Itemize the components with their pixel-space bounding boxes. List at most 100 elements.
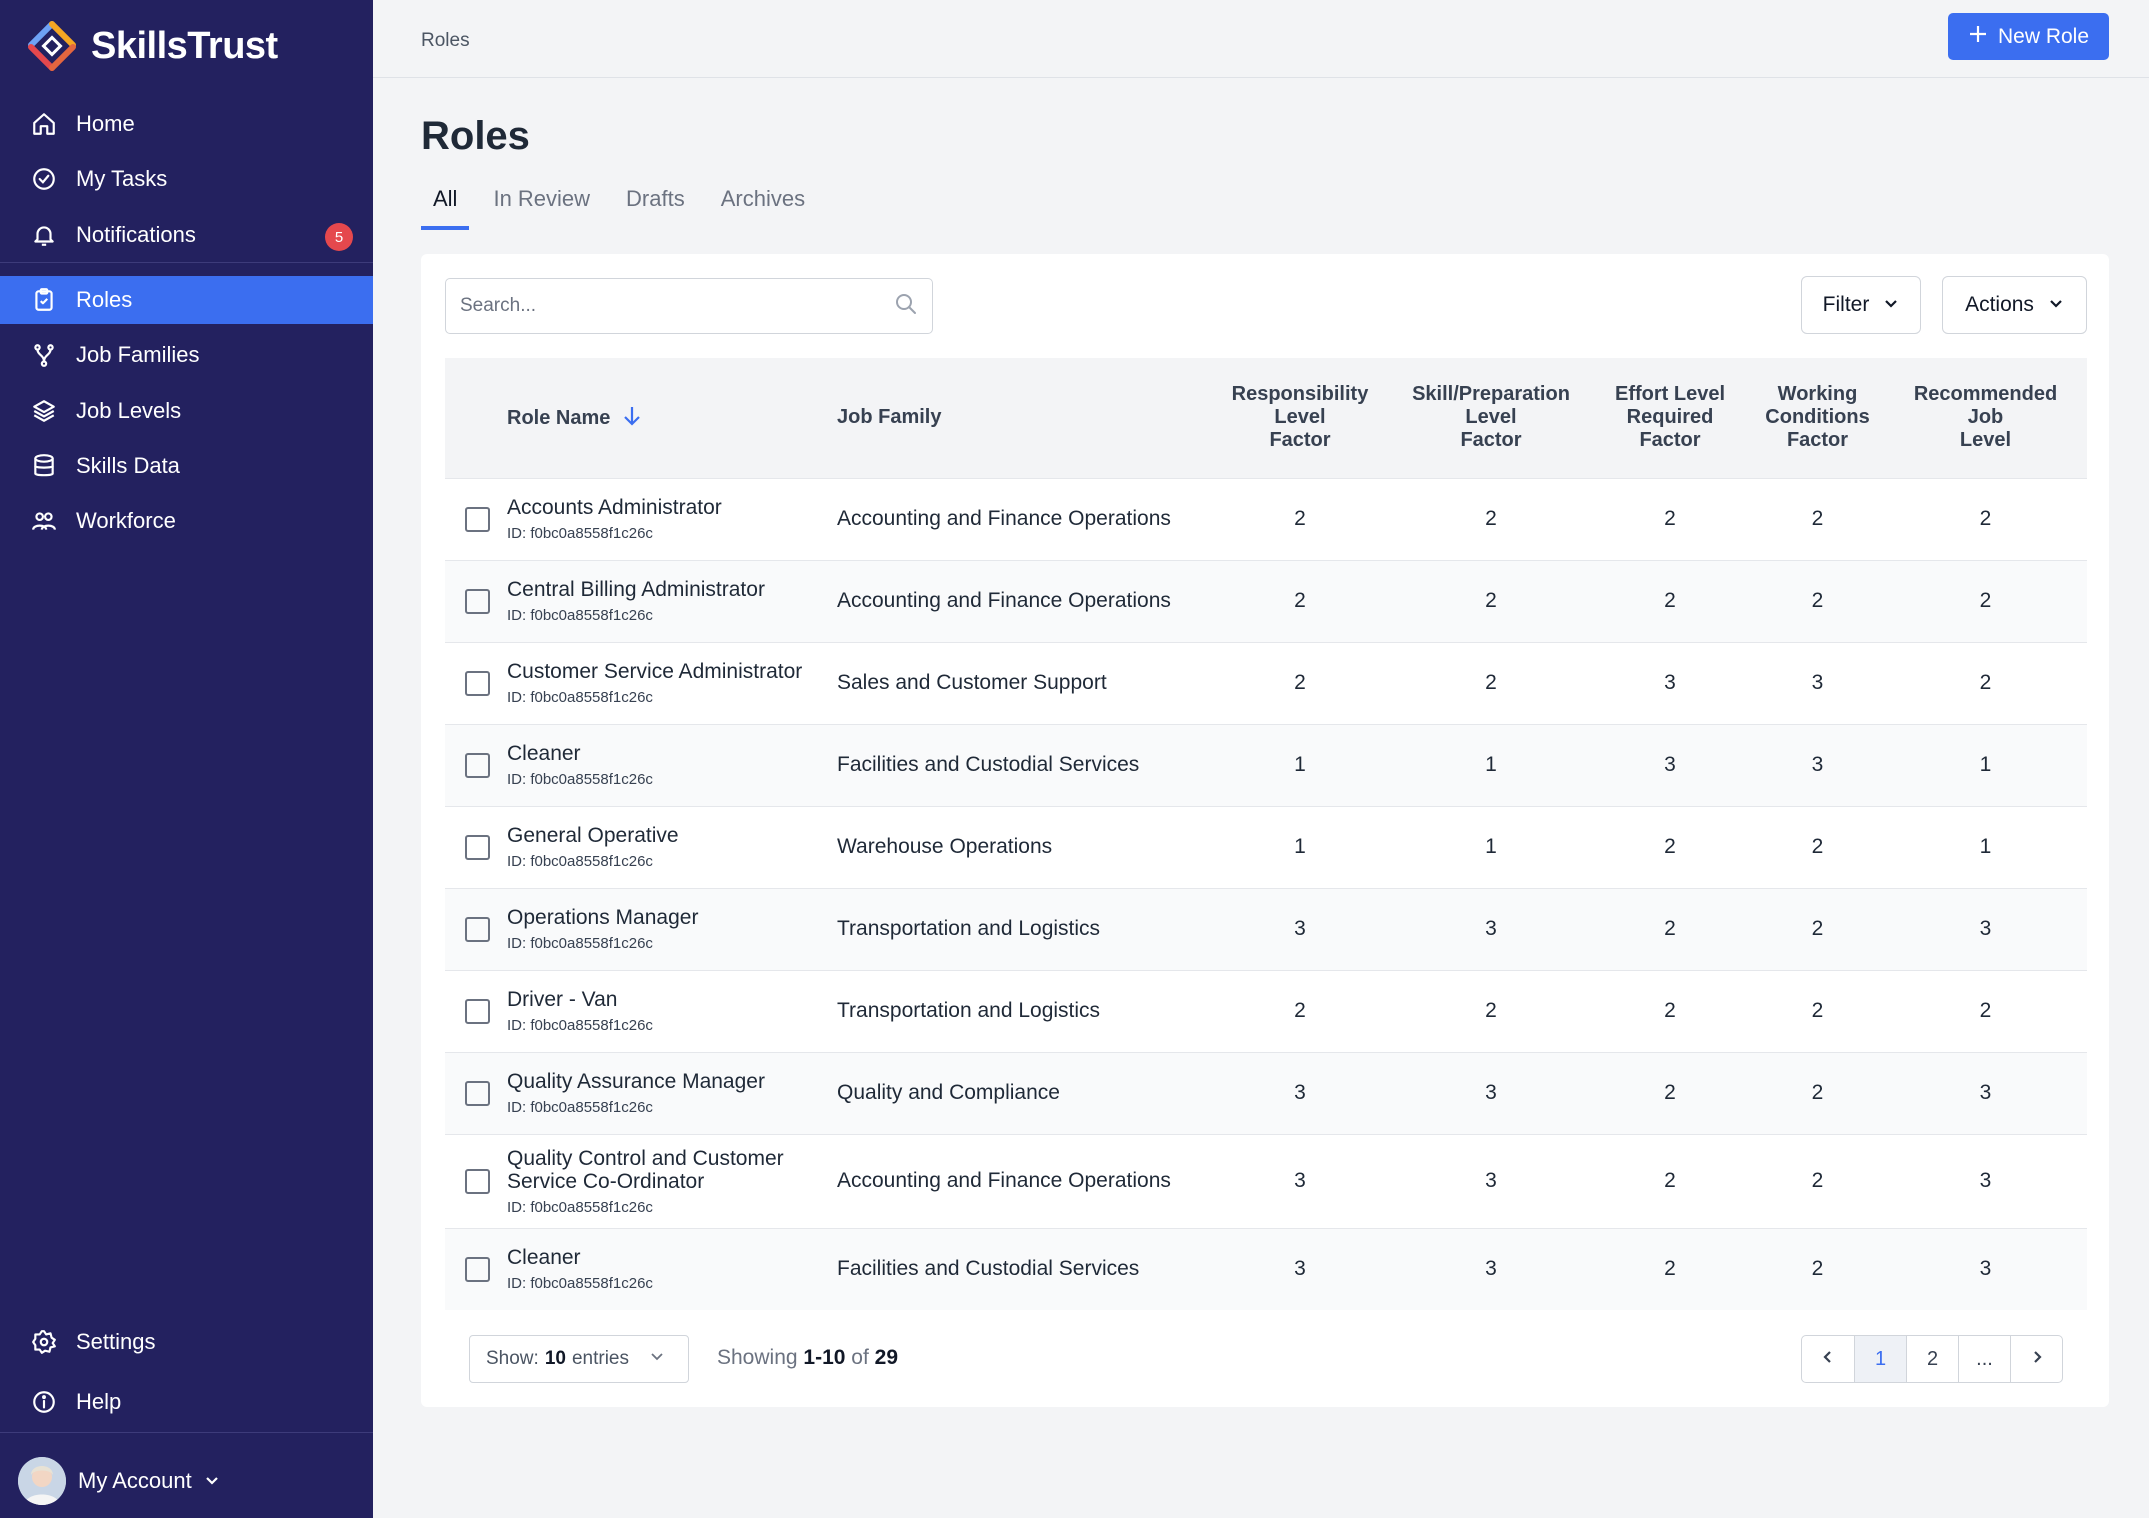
role-name-cell[interactable]: Cleaner ID: f0bc0a8558f1c26c <box>507 1227 837 1310</box>
role-name-cell[interactable]: Quality Control and Customer Service Co-… <box>507 1133 837 1228</box>
table-row[interactable]: Customer Service Administrator ID: f0bc0a… <box>445 641 2087 724</box>
row-checkbox[interactable] <box>465 670 490 696</box>
account-menu[interactable]: My Account <box>18 1456 220 1506</box>
sidebar-item-roles[interactable]: Roles <box>0 276 373 324</box>
header-line: Responsibility <box>1231 383 1369 406</box>
sidebar-item-skills-data[interactable]: Skills Data <box>0 442 373 490</box>
sidebar-item-label: My Tasks <box>76 166 168 191</box>
page-ellipsis[interactable]: ... <box>1958 1336 2010 1382</box>
responsibility-cell: 2 <box>1207 559 1393 642</box>
effort-level-cell: 3 <box>1589 723 1751 806</box>
breadcrumb[interactable]: Roles <box>421 30 470 52</box>
table-row[interactable]: Cleaner ID: f0bc0a8558f1c26c Facilities an… <box>445 1227 2087 1310</box>
role-name[interactable]: Customer Service Administrator <box>507 660 837 683</box>
role-id: ID: f0bc0a8558f1c26c <box>507 1017 653 1034</box>
role-name-cell[interactable]: Customer Service Administrator ID: f0bc0a… <box>507 641 837 724</box>
search-input[interactable] <box>460 295 894 317</box>
recommended-job-level-cell: 1 <box>1884 805 2087 888</box>
job-family-cell: Facilities and Custodial Services <box>837 1227 1207 1310</box>
select-column-header <box>445 358 507 478</box>
page-button-2[interactable]: 2 <box>1906 1336 1958 1382</box>
tab-drafts[interactable]: Drafts <box>614 180 697 230</box>
role-name[interactable]: Accounts Administrator <box>507 496 837 519</box>
table-row[interactable]: Operations Manager ID: f0bc0a8558f1c26c Tr… <box>445 887 2087 970</box>
role-name[interactable]: Cleaner <box>507 1246 837 1269</box>
sidebar-item-job-levels[interactable]: Job Levels <box>0 387 373 435</box>
role-name[interactable]: Quality Control and Customer Service Co-… <box>507 1147 837 1193</box>
column-header-effort-level[interactable]: Effort Level Required Factor <box>1589 358 1751 478</box>
table-row[interactable]: Cleaner ID: f0bc0a8558f1c26c Facilities an… <box>445 723 2087 806</box>
job-family-cell: Transportation and Logistics <box>837 969 1207 1052</box>
column-header-job-family[interactable]: Job Family <box>837 358 1207 478</box>
table-row[interactable]: Central Billing Administrator ID: f0bc0a8… <box>445 559 2087 642</box>
job-family-cell: Warehouse Operations <box>837 805 1207 888</box>
table-row[interactable]: General Operative ID: f0bc0a8558f1c26c War… <box>445 805 2087 888</box>
tab-archives[interactable]: Archives <box>709 180 817 230</box>
role-name[interactable]: Cleaner <box>507 742 837 765</box>
working-conditions-cell: 2 <box>1751 559 1884 642</box>
tab-all[interactable]: All <box>421 180 470 230</box>
table-row[interactable]: Driver - Van ID: f0bc0a8558f1c26c Transpor… <box>445 969 2087 1052</box>
role-name-cell[interactable]: Quality Assurance Manager ID: f0bc0a8558f… <box>507 1051 837 1134</box>
role-name[interactable]: General Operative <box>507 824 837 847</box>
row-checkbox[interactable] <box>465 506 490 532</box>
entries-per-page-select[interactable]: Show: 10 entries <box>469 1335 689 1383</box>
sidebar-item-notifications[interactable]: Notifications 5 <box>0 211 373 259</box>
row-select-cell <box>445 1227 507 1310</box>
skillstrust-logo-icon <box>28 21 76 71</box>
skill-preparation-cell: 2 <box>1393 969 1589 1052</box>
role-name[interactable]: Central Billing Administrator <box>507 578 837 601</box>
responsibility-cell: 1 <box>1207 805 1393 888</box>
tab-in-review[interactable]: In Review <box>481 180 602 230</box>
role-name-cell[interactable]: Driver - Van ID: f0bc0a8558f1c26c <box>507 969 837 1052</box>
sidebar-item-settings[interactable]: Settings <box>0 1318 373 1366</box>
column-header-working-conditions[interactable]: Working Conditions Factor <box>1751 358 1884 478</box>
working-conditions-cell: 2 <box>1751 969 1884 1052</box>
new-role-label: New Role <box>1997 24 2090 48</box>
pagination: 1 2 ... <box>1801 1335 2063 1383</box>
role-name-cell[interactable]: Cleaner ID: f0bc0a8558f1c26c <box>507 723 837 806</box>
brand[interactable]: SkillsTrust <box>27 18 278 74</box>
job-family-cell: Facilities and Custodial Services <box>837 723 1207 806</box>
role-name[interactable]: Operations Manager <box>507 906 837 929</box>
column-header-responsibility[interactable]: Responsibility Level Factor <box>1207 358 1393 478</box>
row-checkbox[interactable] <box>465 834 490 860</box>
row-checkbox[interactable] <box>465 916 490 942</box>
filter-dropdown[interactable]: Filter <box>1801 276 1921 334</box>
page-button-1[interactable]: 1 <box>1854 1336 1906 1382</box>
layers-icon <box>30 397 58 425</box>
column-header-recommended-job-level[interactable]: Recommended Job Level <box>1884 358 2087 478</box>
effort-level-cell: 2 <box>1589 559 1751 642</box>
role-name-cell[interactable]: Accounts Administrator ID: f0bc0a8558f1c2… <box>507 477 837 560</box>
row-checkbox[interactable] <box>465 1168 490 1194</box>
row-checkbox[interactable] <box>465 1256 490 1282</box>
new-role-button[interactable]: New Role <box>1948 13 2109 60</box>
table-row[interactable]: Quality Control and Customer Service Co-… <box>445 1133 2087 1228</box>
column-header-skill-preparation[interactable]: Skill/Preparation Level Factor <box>1393 358 1589 478</box>
table-row[interactable]: Accounts Administrator ID: f0bc0a8558f1c2… <box>445 477 2087 560</box>
sidebar-item-workforce[interactable]: Workforce <box>0 497 373 545</box>
sidebar-item-help[interactable]: Help <box>0 1378 373 1426</box>
actions-dropdown[interactable]: Actions <box>1942 276 2087 334</box>
row-checkbox[interactable] <box>465 1080 490 1106</box>
row-checkbox[interactable] <box>465 752 490 778</box>
role-name-cell[interactable]: General Operative ID: f0bc0a8558f1c26c <box>507 805 837 888</box>
column-header-role-name[interactable]: Role Name <box>507 358 837 478</box>
sidebar-item-home[interactable]: Home <box>0 100 373 148</box>
show-prefix: Show: <box>486 1348 539 1369</box>
search-box[interactable] <box>445 278 933 334</box>
sidebar-item-my-tasks[interactable]: My Tasks <box>0 155 373 203</box>
search-icon[interactable] <box>894 292 918 321</box>
next-page-button[interactable] <box>2010 1336 2062 1382</box>
prev-page-button[interactable] <box>1802 1336 1854 1382</box>
sidebar-item-job-families[interactable]: Job Families <box>0 331 373 379</box>
row-checkbox[interactable] <box>465 998 490 1024</box>
row-checkbox[interactable] <box>465 588 490 614</box>
role-name[interactable]: Driver - Van <box>507 988 837 1011</box>
sort-descending-icon[interactable] <box>616 407 642 429</box>
role-name-cell[interactable]: Operations Manager ID: f0bc0a8558f1c26c <box>507 887 837 970</box>
showing-of: of <box>851 1346 869 1369</box>
role-name[interactable]: Quality Assurance Manager <box>507 1070 837 1093</box>
role-name-cell[interactable]: Central Billing Administrator ID: f0bc0a8… <box>507 559 837 642</box>
table-row[interactable]: Quality Assurance Manager ID: f0bc0a8558f… <box>445 1051 2087 1134</box>
